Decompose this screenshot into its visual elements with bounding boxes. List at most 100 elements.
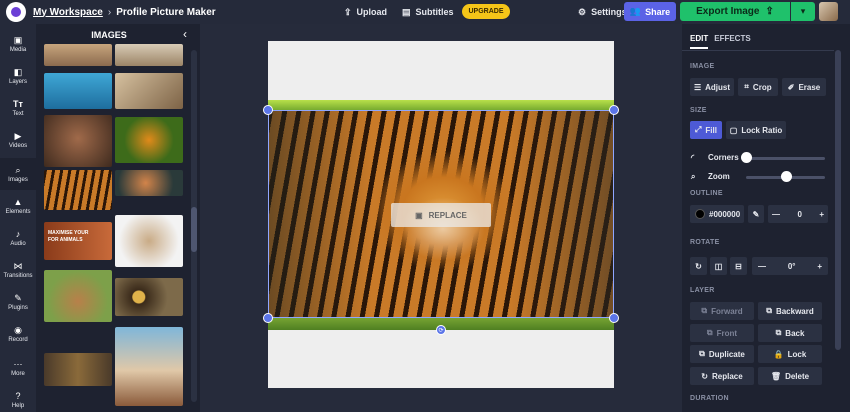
edit-tabs: EDIT EFFECTS — [690, 34, 751, 49]
image-thumbnail[interactable] — [44, 115, 112, 167]
flip-horizontal-button[interactable]: ◫ — [710, 257, 727, 275]
corners-slider-track[interactable] — [746, 157, 825, 160]
backward-button[interactable]: ⧉ Backward — [758, 302, 822, 320]
rail-item-videos[interactable]: ▶ Videos — [0, 124, 36, 156]
rail-item-elements[interactable]: ▲ Elements — [0, 190, 36, 222]
image-thumbnail[interactable] — [115, 117, 183, 163]
logo[interactable] — [6, 2, 26, 22]
rotate-button[interactable]: ↻ — [690, 257, 707, 275]
fill-label: Fill — [705, 125, 717, 135]
lock-button[interactable]: 🔒 Lock — [758, 345, 822, 363]
rail-item-more[interactable]: ⋯ More — [0, 352, 36, 384]
upload-button[interactable]: ⇪ Upload — [344, 4, 387, 20]
image-thumbnail[interactable]: MAXIMISE YOUR FOR ANIMALS — [44, 222, 112, 260]
plus-icon[interactable]: + — [819, 210, 824, 219]
rail-item-plugins[interactable]: ✎ Plugins — [0, 286, 36, 318]
section-duration-heading: DURATION — [690, 395, 729, 402]
camera-icon: ▣ — [415, 210, 423, 220]
outline-value[interactable]: 0 — [797, 210, 801, 219]
elements-icon: ▲ — [13, 197, 23, 207]
outline-color-button[interactable]: #000000 — [690, 205, 744, 223]
front-button[interactable]: ⧉ Front — [690, 324, 754, 342]
section-outline-heading: OUTLINE — [690, 190, 723, 197]
resize-handle-bottom-right[interactable] — [609, 313, 619, 323]
back-icon: ⧉ — [775, 328, 782, 337]
export-options-button[interactable]: ▾ — [791, 2, 815, 21]
chevron-left-icon[interactable]: ‹ — [183, 27, 187, 41]
rotate-stepper[interactable]: — 0° + — [752, 257, 828, 275]
image-thumbnail[interactable] — [115, 170, 183, 196]
zoom-slider-knob[interactable] — [780, 171, 792, 182]
settings-button[interactable]: ⚙ Settings — [578, 4, 627, 20]
subtitles-button[interactable]: ▤ Subtitles — [402, 4, 454, 20]
crop-button[interactable]: ⌗ Crop — [738, 78, 778, 96]
edit-panel-scrollbar[interactable] — [835, 50, 841, 350]
rail-label: Media — [9, 47, 27, 53]
duplicate-button[interactable]: ⧉ Duplicate — [690, 345, 754, 363]
share-button[interactable]: 👥 Share — [624, 2, 676, 21]
replace-icon: ↻ — [701, 371, 708, 381]
rotate-handle[interactable]: ⟳ — [436, 325, 446, 335]
rail-item-images[interactable]: ⌕ Images — [0, 158, 36, 190]
rail-label: Layers — [8, 79, 27, 85]
resize-handle-bottom-left[interactable] — [263, 313, 273, 323]
resize-handle-top-right[interactable] — [609, 105, 619, 115]
replace-button[interactable]: ↻ Replace — [690, 367, 754, 385]
eraser-icon: ✐ — [787, 82, 795, 92]
page-title[interactable]: Profile Picture Maker — [116, 7, 215, 18]
image-thumbnail[interactable] — [115, 327, 183, 406]
image-thumbnail[interactable] — [115, 73, 183, 109]
minus-icon[interactable]: — — [772, 210, 780, 219]
upgrade-button[interactable]: UPGRADE — [462, 4, 510, 19]
rail-label: Help — [11, 403, 25, 409]
fill-button[interactable]: ⤢ Fill — [690, 121, 722, 139]
erase-button[interactable]: ✐ Erase — [782, 78, 826, 96]
image-thumbnail[interactable] — [44, 353, 112, 386]
subtitles-icon: ▤ — [402, 6, 411, 17]
videos-icon: ▶ — [14, 131, 22, 141]
rail-item-audio[interactable]: ♪ Audio — [0, 222, 36, 254]
image-thumbnail[interactable] — [44, 73, 112, 109]
breadcrumb-workspace[interactable]: My Workspace — [33, 7, 103, 18]
image-thumbnail[interactable] — [115, 278, 183, 316]
rail-label: Record — [8, 337, 28, 343]
delete-button[interactable]: 🗑 Delete — [758, 367, 822, 385]
rail-item-media[interactable]: ▣ Media — [0, 28, 36, 60]
crop-label: Crop — [752, 82, 772, 92]
outline-stepper[interactable]: — 0 + — [768, 205, 828, 223]
rail-label: Plugins — [8, 305, 28, 311]
replace-label: Replace — [712, 371, 743, 381]
adjust-button[interactable]: ☰ Adjust — [690, 78, 734, 96]
image-thumbnail[interactable] — [44, 44, 112, 66]
rail-item-help[interactable]: ? Help — [0, 384, 36, 412]
back-button[interactable]: ⧉ Back — [758, 324, 822, 342]
forward-button[interactable]: ⧉ Forward — [690, 302, 754, 320]
minus-icon[interactable]: — — [758, 262, 766, 271]
replace-overlay-button[interactable]: ▣ REPLACE — [391, 203, 491, 227]
rail-item-transitions[interactable]: ⋈ Transitions — [0, 254, 36, 286]
panel-scrollbar[interactable] — [191, 50, 197, 402]
flip-vertical-button[interactable]: ⊟ — [730, 257, 747, 275]
section-layer-heading: LAYER — [690, 287, 715, 294]
export-image-button[interactable]: Export Image ⇪ — [680, 2, 790, 21]
gear-icon: ⚙ — [578, 6, 587, 17]
rotate-value[interactable]: 0° — [788, 262, 796, 271]
resize-handle-top-left[interactable] — [263, 105, 273, 115]
plus-icon[interactable]: + — [817, 262, 822, 271]
image-thumbnail[interactable] — [44, 270, 112, 322]
rail-item-layers[interactable]: ◧ Layers — [0, 60, 36, 92]
avatar[interactable] — [819, 2, 838, 21]
tab-edit[interactable]: EDIT — [690, 34, 709, 49]
rail-item-record[interactable]: ◉ Record — [0, 318, 36, 350]
panel-scrollbar-thumb[interactable] — [191, 207, 197, 252]
sliders-icon: ☰ — [693, 82, 702, 92]
corners-slider-knob[interactable] — [741, 152, 752, 163]
tab-effects[interactable]: EFFECTS — [714, 34, 750, 49]
lock-ratio-button[interactable]: ▢ Lock Ratio — [726, 121, 786, 139]
image-thumbnail[interactable] — [115, 215, 183, 267]
image-thumbnail[interactable] — [44, 170, 112, 210]
expand-icon: ⤢ — [695, 125, 702, 134]
image-thumbnail[interactable] — [115, 44, 183, 66]
eyedropper-button[interactable]: ✎ — [748, 205, 764, 223]
rail-item-text[interactable]: Tт Text — [0, 92, 36, 124]
